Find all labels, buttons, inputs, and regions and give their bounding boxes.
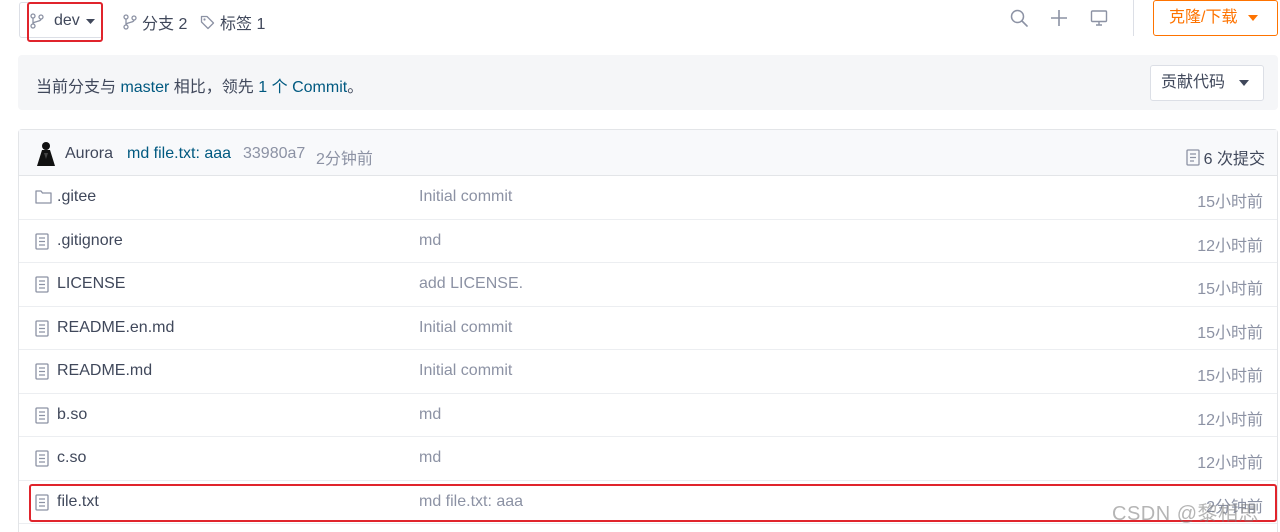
compare-suffix: 。 [347,79,364,96]
table-row[interactable]: README.md Initial commit 15小时前 [19,350,1277,394]
table-row[interactable]: LICENSE add LICENSE. 15小时前 [19,263,1277,307]
file-commit-time: 12小时前 [1197,411,1263,429]
avatar[interactable] [36,141,56,167]
file-commit-time: 15小时前 [1197,368,1263,385]
file-commit-message[interactable]: Initial commit [419,362,512,380]
file-commit-time: 12小时前 [1197,237,1263,255]
commit-link[interactable]: Commit [292,79,347,96]
compare-prefix: 当前分支与 [36,79,121,96]
file-icon [35,363,49,380]
file-icon [35,450,49,467]
commit-message[interactable]: md file.txt: aaa [127,145,231,163]
file-name-link[interactable]: b.so [57,406,87,424]
file-commit-time: 15小时前 [1197,194,1263,211]
file-commit-message[interactable]: md [419,232,441,250]
file-icon [35,493,49,511]
file-name-link[interactable]: README.md [57,362,152,380]
compare-text: 当前分支与 master 相比，领先 1 个 Commit。 [36,73,363,97]
file-commit-message[interactable]: add LICENSE. [419,275,523,293]
chevron-down-icon [1239,80,1249,86]
file-commit-message[interactable]: md [419,406,441,424]
file-commit-time: 15小时前 [1197,324,1263,342]
compare-unit: 个 [267,79,293,96]
chevron-down-icon [86,19,95,24]
branch-name: dev [54,12,80,29]
file-icon [35,406,49,424]
file-commit-message[interactable]: Initial commit [419,319,512,337]
latest-commit-row: Aurora md file.txt: aaa 33980a7 2分钟前 6 次… [19,130,1277,176]
folder-icon [35,190,52,204]
table-row[interactable]: .gitignore md 12小时前 [19,220,1277,263]
file-commit-message[interactable]: Initial commit [419,188,512,206]
file-name-link[interactable]: LICENSE [57,275,125,293]
tag-icon [200,15,215,29]
branch-compare-banner: 当前分支与 master 相比，领先 1 个 Commit。 贡献代码 [18,55,1278,110]
contribute-code-label: 贡献代码 [1161,74,1226,91]
table-row[interactable]: b.so md 12小时前 [19,394,1277,437]
file-commit-time: 2分钟前 [1206,498,1263,516]
commit-count-link[interactable]: 6 次提交 [1185,145,1265,169]
table-row[interactable]: README.en.md Initial commit 15小时前 [19,307,1277,350]
file-name-link[interactable]: .gitee [57,188,96,206]
clone-download-button[interactable]: 克隆/下载 [1153,0,1278,36]
branches-count: 分支 2 [142,16,188,33]
branch-selector[interactable]: dev [19,2,103,38]
file-name-link[interactable]: c.so [57,449,86,467]
ahead-count-link[interactable]: 1 [258,79,267,96]
file-icon [35,319,49,337]
table-row[interactable]: .gitee Initial commit 15小时前 [19,176,1277,220]
tags-count: 标签 1 [220,16,266,33]
commit-time: 2分钟前 [316,151,373,168]
toolbar-divider [1133,0,1134,36]
branch-icon [123,14,137,30]
compare-middle: 相比，领先 [169,79,259,96]
plus-icon[interactable] [1050,9,1068,27]
commits-list-icon [1185,148,1200,166]
file-commit-message[interactable]: md file.txt: aaa [419,493,523,511]
branch-icon [30,13,44,29]
file-commit-time: 12小时前 [1197,455,1263,472]
base-branch-link[interactable]: master [120,79,169,96]
file-commit-time: 15小时前 [1197,281,1263,298]
search-icon[interactable] [1010,9,1028,27]
file-name-link[interactable]: .gitignore [57,232,123,250]
commit-author[interactable]: Aurora [65,145,113,163]
table-row[interactable]: c.so md 12小时前 [19,437,1277,481]
table-row[interactable]: file.txt md file.txt: aaa 2分钟前 [19,481,1277,524]
branches-link[interactable]: 分支 2 [123,10,187,34]
commit-sha[interactable]: 33980a7 [243,145,305,163]
monitor-icon[interactable] [1090,9,1108,27]
repo-toolbar: dev 分支 2 标签 1 克隆/下载 [0,0,1280,44]
tags-link[interactable]: 标签 1 [200,10,265,34]
chevron-down-icon [1248,15,1258,21]
contribute-code-button[interactable]: 贡献代码 [1150,65,1264,101]
commit-count: 6 次提交 [1203,151,1265,168]
file-commit-message[interactable]: md [419,449,441,467]
file-icon [35,276,49,293]
clone-download-label: 克隆/下载 [1169,9,1238,26]
file-list: Aurora md file.txt: aaa 33980a7 2分钟前 6 次… [18,129,1278,532]
file-icon [35,232,49,250]
file-name-link[interactable]: file.txt [57,493,99,511]
file-name-link[interactable]: README.en.md [57,319,174,337]
